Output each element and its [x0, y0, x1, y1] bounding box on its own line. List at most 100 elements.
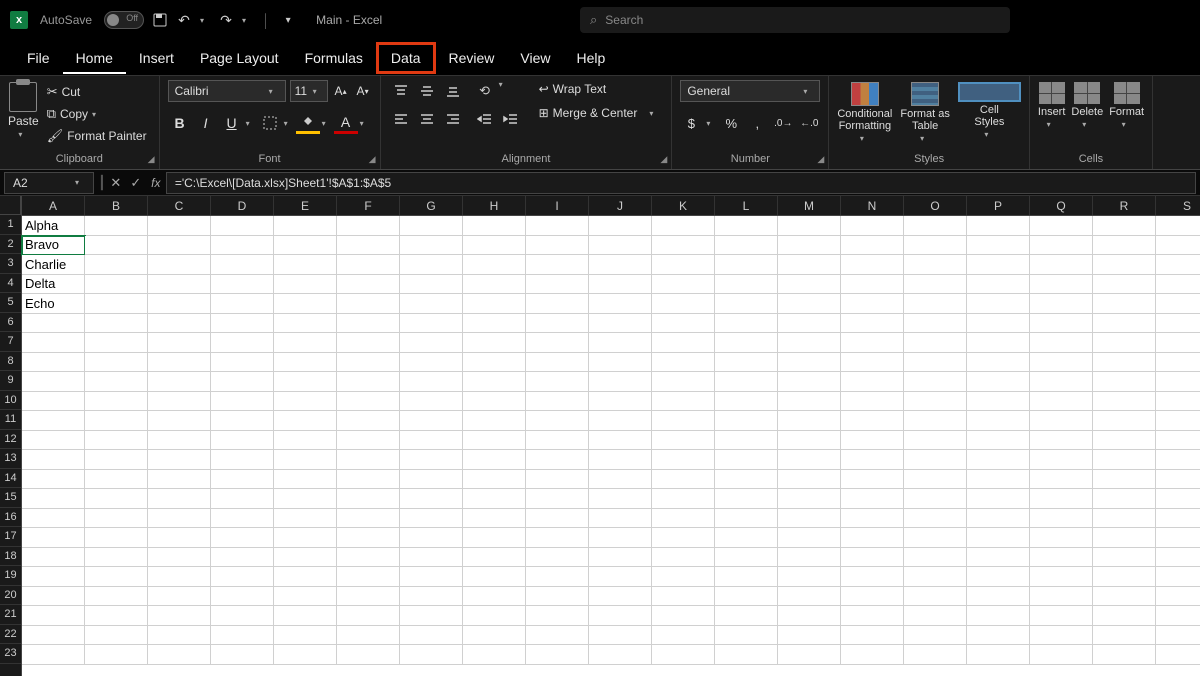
cell[interactable]: [211, 275, 274, 295]
alignment-dialog-launcher[interactable]: ◢: [660, 154, 667, 165]
cell[interactable]: [274, 470, 337, 490]
cell[interactable]: [22, 333, 85, 353]
cell[interactable]: [148, 314, 211, 334]
cell[interactable]: [589, 606, 652, 626]
cell[interactable]: [841, 431, 904, 451]
cell[interactable]: [526, 372, 589, 392]
cell[interactable]: [967, 236, 1030, 256]
cell[interactable]: [211, 314, 274, 334]
save-icon[interactable]: [152, 12, 168, 28]
cell[interactable]: [841, 509, 904, 529]
cell[interactable]: [967, 606, 1030, 626]
column-header[interactable]: Q: [1030, 196, 1093, 215]
cell[interactable]: [778, 489, 841, 509]
cell[interactable]: [652, 431, 715, 451]
cut-button[interactable]: ✂Cut: [43, 82, 151, 102]
cell[interactable]: [1156, 216, 1200, 236]
cell[interactable]: [652, 470, 715, 490]
cell[interactable]: Bravo: [22, 236, 85, 256]
undo-icon[interactable]: ↶: [176, 12, 192, 28]
search-box[interactable]: ⌕ Search: [580, 7, 1010, 33]
row-header[interactable]: 15: [0, 488, 21, 508]
cell[interactable]: [1093, 216, 1156, 236]
cell[interactable]: [463, 548, 526, 568]
cell[interactable]: [967, 489, 1030, 509]
cell[interactable]: [778, 275, 841, 295]
cell[interactable]: [337, 431, 400, 451]
cell[interactable]: [1156, 450, 1200, 470]
cell[interactable]: [148, 275, 211, 295]
cell[interactable]: [715, 626, 778, 646]
cell[interactable]: [274, 216, 337, 236]
cell[interactable]: [904, 431, 967, 451]
cell[interactable]: [589, 450, 652, 470]
cell[interactable]: [463, 528, 526, 548]
cell[interactable]: [1156, 314, 1200, 334]
cell[interactable]: [400, 275, 463, 295]
column-header[interactable]: S: [1156, 196, 1200, 215]
cell[interactable]: [589, 216, 652, 236]
cell[interactable]: [589, 411, 652, 431]
cell[interactable]: [463, 567, 526, 587]
cell[interactable]: [400, 567, 463, 587]
cell[interactable]: [1156, 431, 1200, 451]
row-header[interactable]: 23: [0, 644, 21, 664]
row-header[interactable]: 10: [0, 391, 21, 411]
cell[interactable]: [22, 353, 85, 373]
cell[interactable]: [1156, 528, 1200, 548]
cell[interactable]: [1030, 372, 1093, 392]
cell[interactable]: [652, 450, 715, 470]
cell[interactable]: [841, 606, 904, 626]
cell[interactable]: [211, 626, 274, 646]
tab-page-layout[interactable]: Page Layout: [187, 42, 292, 74]
cell[interactable]: [1156, 626, 1200, 646]
column-header[interactable]: K: [652, 196, 715, 215]
cell[interactable]: [1093, 606, 1156, 626]
cell[interactable]: [85, 489, 148, 509]
cell[interactable]: Delta: [22, 275, 85, 295]
cell[interactable]: [715, 314, 778, 334]
cell[interactable]: [1093, 275, 1156, 295]
cell[interactable]: [1156, 333, 1200, 353]
column-header[interactable]: L: [715, 196, 778, 215]
cell[interactable]: [274, 236, 337, 256]
cell[interactable]: [1093, 236, 1156, 256]
cell[interactable]: [463, 470, 526, 490]
cell[interactable]: [778, 587, 841, 607]
number-format-select[interactable]: General▾: [680, 80, 820, 102]
cell[interactable]: [274, 528, 337, 548]
cell[interactable]: [211, 392, 274, 412]
cell[interactable]: [904, 567, 967, 587]
cell[interactable]: [274, 392, 337, 412]
cell[interactable]: [1093, 431, 1156, 451]
cell[interactable]: [400, 431, 463, 451]
cell[interactable]: [1093, 548, 1156, 568]
column-header[interactable]: D: [211, 196, 274, 215]
cell[interactable]: [148, 255, 211, 275]
cell[interactable]: [211, 294, 274, 314]
cell[interactable]: [715, 392, 778, 412]
cell[interactable]: [1030, 470, 1093, 490]
cell[interactable]: [841, 255, 904, 275]
cell[interactable]: [400, 411, 463, 431]
cell[interactable]: [1030, 216, 1093, 236]
cell[interactable]: [1093, 294, 1156, 314]
cell[interactable]: [589, 372, 652, 392]
cell[interactable]: [85, 275, 148, 295]
cell[interactable]: [1156, 567, 1200, 587]
font-color-button[interactable]: A: [334, 112, 358, 134]
cell[interactable]: [85, 626, 148, 646]
cell[interactable]: [211, 489, 274, 509]
cell[interactable]: [715, 353, 778, 373]
cell[interactable]: [967, 294, 1030, 314]
row-header[interactable]: 2: [0, 235, 21, 255]
customize-qat-icon[interactable]: ▾: [280, 12, 296, 28]
cell[interactable]: [1030, 431, 1093, 451]
orientation-dropdown[interactable]: ▾: [499, 80, 509, 102]
cell[interactable]: [967, 626, 1030, 646]
cell[interactable]: [274, 294, 337, 314]
cell[interactable]: [337, 470, 400, 490]
tab-help[interactable]: Help: [564, 42, 619, 74]
cell[interactable]: [526, 392, 589, 412]
cell[interactable]: [85, 567, 148, 587]
